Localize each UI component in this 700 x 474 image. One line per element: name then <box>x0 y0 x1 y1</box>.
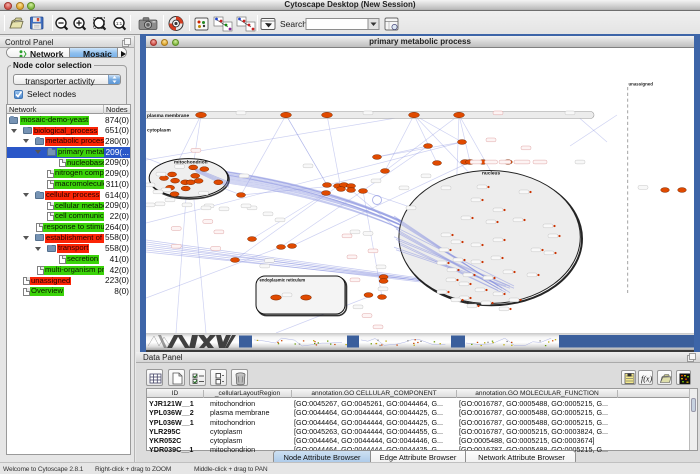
svg-text:nucleus: nucleus <box>482 170 500 176</box>
svg-text:plasma membrane: plasma membrane <box>147 113 189 119</box>
svg-text:unassigned: unassigned <box>629 82 654 87</box>
svg-text:cytoplasm: cytoplasm <box>147 128 171 134</box>
svg-text:endoplasmic reticulum: endoplasmic reticulum <box>260 278 306 283</box>
svg-text:f(x): f(x) <box>641 375 652 384</box>
svg-text:Search:: Search: <box>280 19 309 29</box>
svg-text:1:1: 1:1 <box>116 21 123 26</box>
